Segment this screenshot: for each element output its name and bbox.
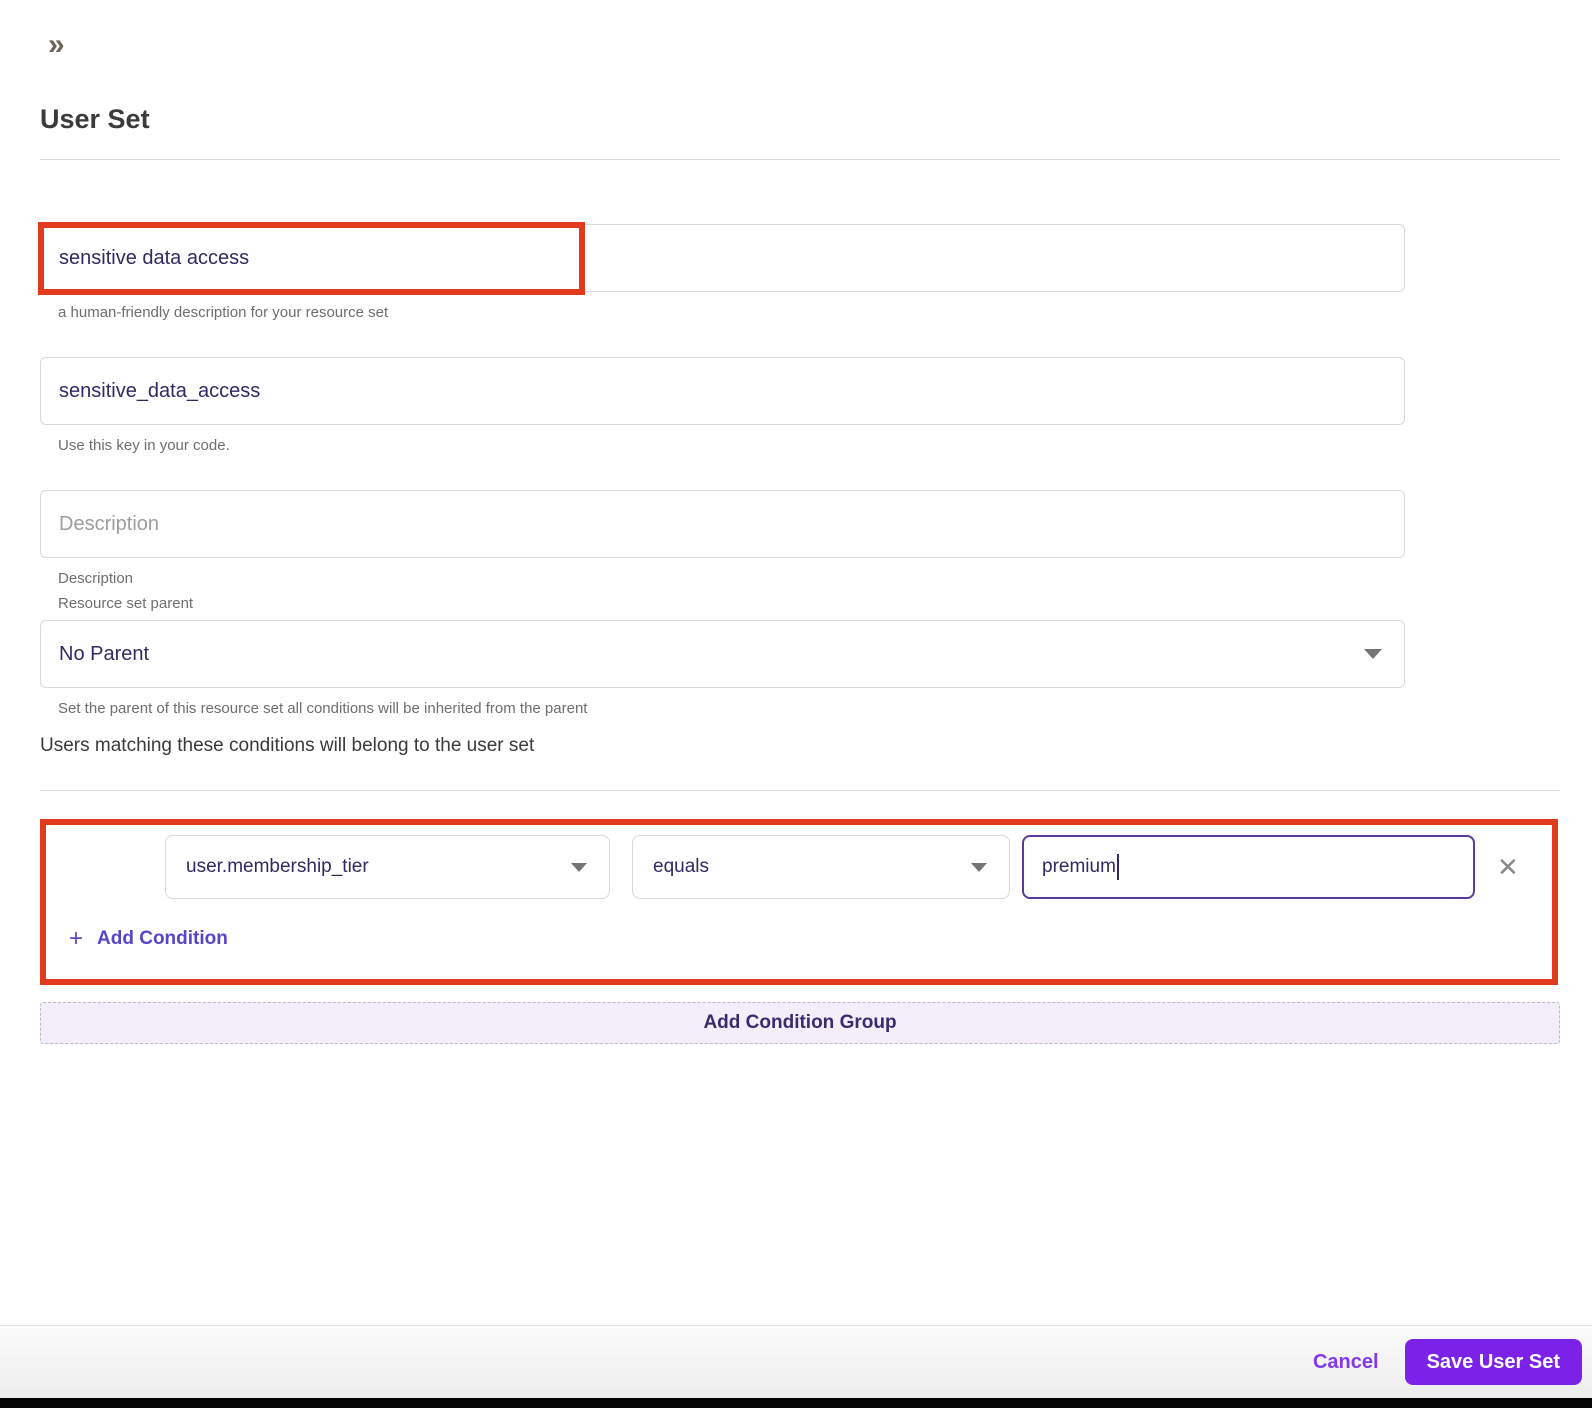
condition-attribute-value: user.membership_tier <box>186 856 369 877</box>
parent-select[interactable]: No Parent <box>40 620 1405 688</box>
screen-edge-strip <box>0 1398 1592 1408</box>
page: » User Set a human-friendly description … <box>0 0 1592 1044</box>
parent-select-value: No Parent <box>59 642 150 665</box>
description-helper-text: Description <box>58 570 134 587</box>
remove-condition-icon[interactable]: ✕ <box>1497 854 1519 880</box>
text-cursor <box>1116 854 1119 880</box>
condition-group: user.membership_tier equals premium ✕ + … <box>40 819 1558 985</box>
conditions-intro-text: Users matching these conditions will bel… <box>40 735 535 756</box>
condition-row: user.membership_tier equals premium ✕ <box>165 835 1552 899</box>
footer-action-bar: Cancel Save User Set <box>0 1325 1592 1398</box>
condition-value-input[interactable]: premium <box>1022 835 1475 899</box>
page-title: User Set <box>40 104 150 134</box>
key-field-wrap <box>40 357 1405 425</box>
cancel-button[interactable]: Cancel <box>1313 1351 1379 1374</box>
add-condition-label: Add Condition <box>97 928 228 949</box>
chevron-down-icon <box>1364 649 1382 659</box>
add-condition-group-label: Add Condition Group <box>703 1012 897 1033</box>
description-input[interactable] <box>40 490 1405 558</box>
chevron-down-icon <box>571 862 587 872</box>
add-condition-button[interactable]: + Add Condition <box>69 925 1552 953</box>
condition-operator-value: equals <box>653 856 709 877</box>
condition-value-text: premium <box>1042 856 1116 877</box>
key-helper-text: Use this key in your code. <box>58 437 230 454</box>
parent-field-label: Resource set parent <box>58 595 194 612</box>
description-field-wrap <box>40 490 1405 558</box>
name-helper-text: a human-friendly description for your re… <box>58 304 389 321</box>
collapse-panel-icon[interactable]: » <box>48 30 82 60</box>
condition-attribute-select[interactable]: user.membership_tier <box>165 835 610 899</box>
key-input[interactable] <box>40 357 1405 425</box>
header-divider <box>40 159 1560 160</box>
chevron-down-icon <box>971 862 987 872</box>
parent-helper-text: Set the parent of this resource set all … <box>58 700 588 717</box>
condition-operator-select[interactable]: equals <box>632 835 1010 899</box>
section-divider <box>40 790 1560 791</box>
save-user-set-button[interactable]: Save User Set <box>1404 1339 1582 1385</box>
plus-icon: + <box>69 925 84 952</box>
add-condition-group-button[interactable]: Add Condition Group <box>40 1002 1560 1044</box>
name-field-wrap <box>38 222 1405 295</box>
name-input[interactable] <box>40 224 1405 292</box>
